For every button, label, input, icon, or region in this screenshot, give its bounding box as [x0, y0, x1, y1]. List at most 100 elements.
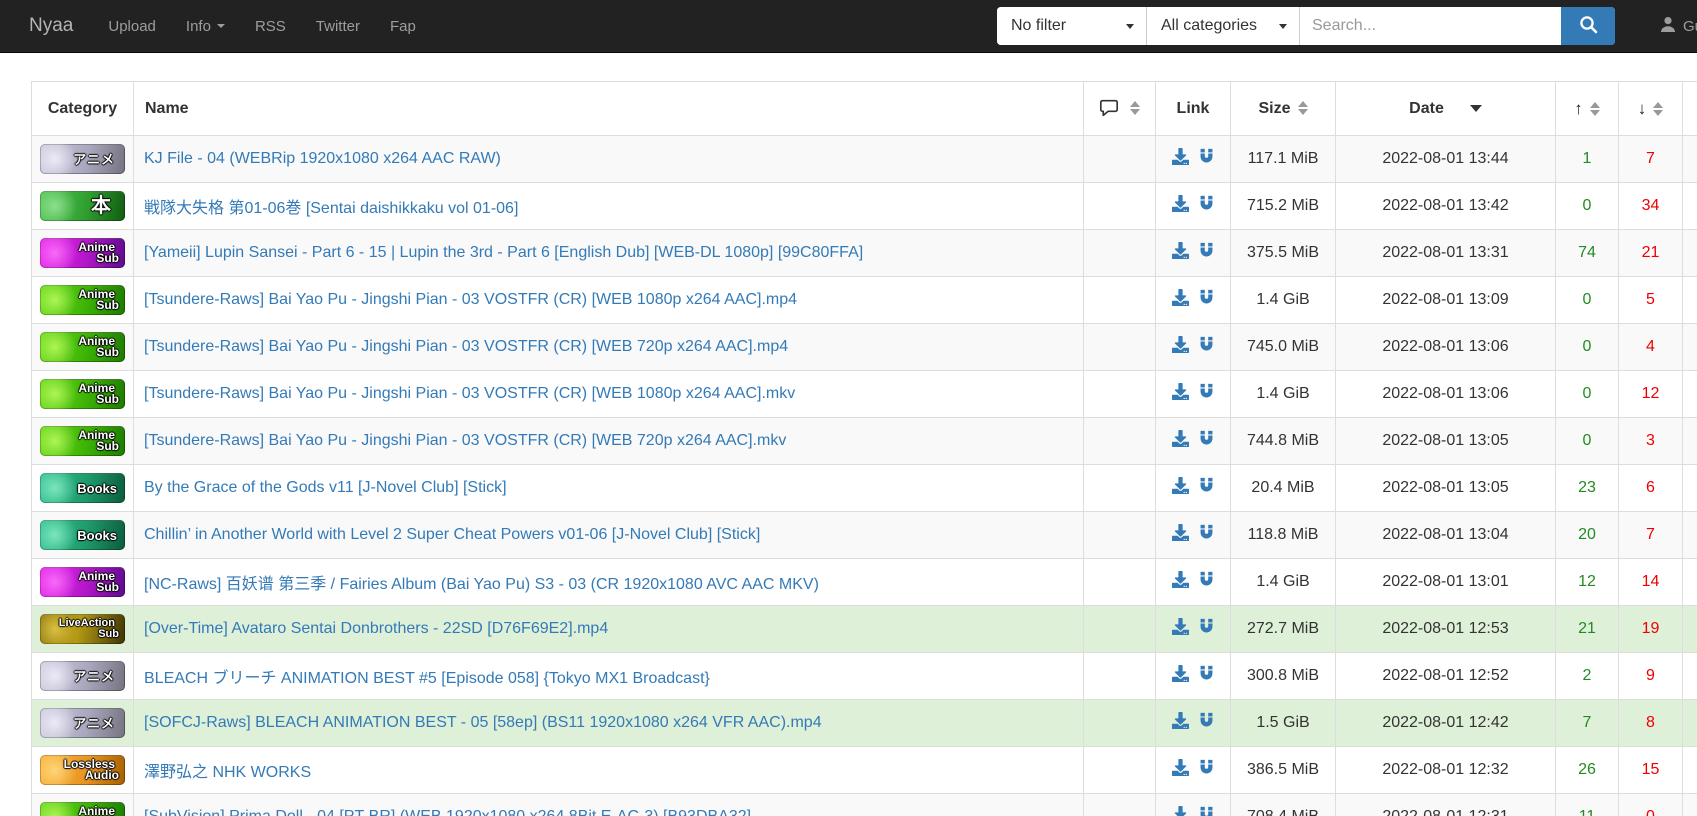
download-icon[interactable]	[1171, 242, 1189, 264]
seeders-cell: 26	[1555, 746, 1619, 794]
header-leechers[interactable]: ↓	[1618, 81, 1683, 136]
category-cell: Books	[31, 511, 134, 559]
category-icon[interactable]: Lossless Audio	[40, 755, 125, 785]
brand-link[interactable]: Nyaa	[29, 15, 73, 37]
sort-arrows-icon	[1589, 101, 1600, 116]
leechers-cell: 6	[1618, 464, 1683, 512]
name-cell: [Tsundere-Raws] Bai Yao Pu - Jingshi Pia…	[133, 276, 1084, 324]
sort-arrows-icon	[1297, 101, 1308, 116]
download-icon[interactable]	[1171, 712, 1189, 734]
date-cell: 2022-08-01 13:09	[1335, 276, 1556, 324]
magnet-icon[interactable]	[1198, 195, 1215, 217]
category-icon[interactable]: Books	[40, 473, 125, 503]
download-icon[interactable]	[1171, 289, 1189, 311]
header-name: Name	[133, 81, 1084, 136]
torrent-name-link[interactable]: [Tsundere-Raws] Bai Yao Pu - Jingshi Pia…	[144, 338, 788, 355]
category-icon[interactable]: AnimeSub	[40, 379, 125, 409]
download-icon[interactable]	[1171, 571, 1189, 593]
category-cell: Books	[31, 464, 134, 512]
download-icon[interactable]	[1171, 477, 1189, 499]
magnet-icon[interactable]	[1198, 242, 1215, 264]
magnet-icon[interactable]	[1198, 618, 1215, 640]
torrent-name-link[interactable]: 澤野弘之 NHK WORKS	[144, 764, 311, 781]
comments-cell	[1083, 511, 1156, 559]
nav-item-rss[interactable]: RSS	[240, 0, 301, 53]
download-icon[interactable]	[1171, 618, 1189, 640]
category-select[interactable]: All categories	[1147, 7, 1300, 45]
download-icon[interactable]	[1171, 383, 1189, 405]
category-icon[interactable]: AnimeSub	[40, 332, 125, 362]
nav-item-info[interactable]: Info	[171, 0, 240, 53]
nav-item-fap[interactable]: Fap	[375, 0, 431, 53]
search-input[interactable]	[1300, 7, 1561, 45]
header-seeders[interactable]: ↑	[1555, 81, 1619, 136]
category-icon[interactable]: Books	[40, 520, 125, 550]
table-row: 本 戦隊大失格 第01-06巻 [Sentai daishikkaku vol …	[31, 182, 1697, 230]
download-icon[interactable]	[1171, 759, 1189, 781]
magnet-icon[interactable]	[1198, 148, 1215, 170]
category-icon[interactable]: AnimeSub	[40, 567, 125, 597]
magnet-icon[interactable]	[1198, 571, 1215, 593]
magnet-icon[interactable]	[1198, 430, 1215, 452]
magnet-icon[interactable]	[1198, 289, 1215, 311]
nav-item-twitter[interactable]: Twitter	[301, 0, 375, 53]
torrent-name-link[interactable]: [Yameii] Lupin Sansei - Part 6 - 15 | Lu…	[144, 244, 863, 261]
magnet-icon[interactable]	[1198, 383, 1215, 405]
magnet-icon[interactable]	[1198, 477, 1215, 499]
completed-cell	[1682, 276, 1697, 324]
torrent-name-link[interactable]: [Tsundere-Raws] Bai Yao Pu - Jingshi Pia…	[144, 432, 786, 449]
magnet-icon[interactable]	[1198, 336, 1215, 358]
seeders-cell: 2	[1555, 652, 1619, 700]
category-icon[interactable]: アニメ	[40, 661, 125, 691]
magnet-icon[interactable]	[1198, 665, 1215, 687]
category-icon[interactable]: アニメ	[40, 708, 125, 738]
seeders-cell: 74	[1555, 229, 1619, 277]
torrent-name-link[interactable]: BLEACH ブリーチ ANIMATION BEST #5 [Episode 0…	[144, 670, 710, 687]
search-icon	[1579, 15, 1598, 37]
download-icon[interactable]	[1171, 148, 1189, 170]
comments-icon	[1099, 100, 1123, 117]
torrent-name-link[interactable]: [Tsundere-Raws] Bai Yao Pu - Jingshi Pia…	[144, 291, 797, 308]
download-icon[interactable]	[1172, 806, 1189, 816]
download-icon[interactable]	[1171, 195, 1189, 217]
header-size[interactable]: Size	[1230, 81, 1336, 136]
magnet-icon[interactable]	[1198, 759, 1215, 781]
completed-cell	[1682, 511, 1697, 559]
magnet-icon[interactable]	[1198, 806, 1215, 816]
torrent-name-link[interactable]: [Over-Time] Avataro Sentai Donbrothers -…	[144, 620, 608, 637]
category-icon[interactable]: AnimeSub	[40, 426, 125, 456]
user-menu[interactable]: Guest	[1660, 0, 1697, 53]
filter-select[interactable]: No filter	[997, 7, 1147, 45]
torrent-name-link[interactable]: [SubVision] Prima Doll - 04 [PT-BR] (WEB…	[144, 808, 751, 816]
chevron-down-icon	[1279, 23, 1287, 29]
torrent-name-link[interactable]: By the Grace of the Gods v11 [J-Novel Cl…	[144, 479, 507, 496]
torrent-name-link[interactable]: [SOFCJ-Raws] BLEACH ANIMATION BEST - 05 …	[144, 714, 822, 731]
torrent-name-link[interactable]: KJ File - 04 (WEBRip 1920x1080 x264 AAC …	[144, 150, 501, 167]
header-date[interactable]: Date	[1335, 81, 1556, 136]
header-comments[interactable]	[1083, 81, 1156, 136]
completed-cell	[1682, 605, 1697, 653]
download-icon[interactable]	[1171, 336, 1189, 358]
category-icon[interactable]: AnimeSub	[40, 285, 125, 315]
comments-cell	[1083, 464, 1156, 512]
torrent-name-link[interactable]: [Tsundere-Raws] Bai Yao Pu - Jingshi Pia…	[144, 385, 795, 402]
torrent-name-link[interactable]: [NC-Raws] 百妖谱 第三季 / Fairies Album (Bai Y…	[144, 576, 819, 593]
category-icon[interactable]: AnimeSub	[40, 238, 125, 268]
leechers-cell: 12	[1618, 370, 1683, 418]
comments-cell	[1083, 793, 1156, 816]
download-icon[interactable]	[1171, 524, 1189, 546]
magnet-icon[interactable]	[1198, 524, 1215, 546]
category-icon[interactable]: アニメ	[40, 144, 125, 174]
category-icon[interactable]: LiveAction Sub	[40, 614, 125, 644]
category-icon[interactable]: AnimeSub	[40, 802, 125, 816]
seeders-cell: 0	[1555, 370, 1619, 418]
magnet-icon[interactable]	[1198, 712, 1215, 734]
download-icon[interactable]	[1171, 665, 1189, 687]
torrent-name-link[interactable]: 戦隊大失格 第01-06巻 [Sentai daishikkaku vol 01…	[144, 200, 518, 217]
search-button[interactable]	[1561, 7, 1615, 45]
nav-item-upload[interactable]: Upload	[93, 0, 171, 53]
torrent-name-link[interactable]: Chillin’ in Another World with Level 2 S…	[144, 526, 760, 543]
name-cell: [Tsundere-Raws] Bai Yao Pu - Jingshi Pia…	[133, 370, 1084, 418]
download-icon[interactable]	[1171, 430, 1189, 452]
category-icon[interactable]: 本	[40, 191, 125, 221]
